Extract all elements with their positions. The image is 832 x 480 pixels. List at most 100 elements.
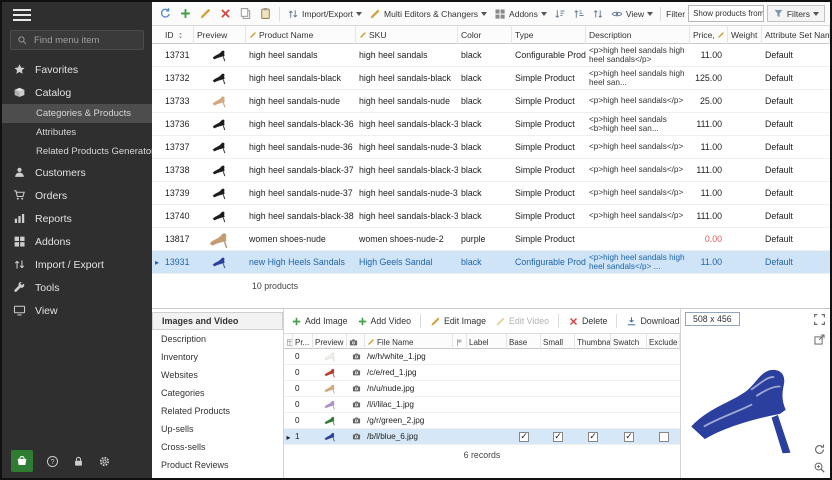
product-row-13736[interactable]: 13736high heel sandals-black-36high heel… — [152, 113, 830, 136]
column-header-small[interactable]: Small — [541, 334, 575, 350]
sort-ascending-button[interactable] — [552, 6, 568, 22]
filters-button[interactable]: Filters — [767, 5, 825, 22]
tab-description[interactable]: Description — [152, 330, 283, 348]
fullscreen-icon[interactable] — [813, 313, 826, 326]
column-header-color[interactable]: Color — [458, 26, 512, 44]
column-header-exclude[interactable]: Exclude — [647, 334, 680, 350]
product-row-13731[interactable]: 13731high heel sandalshigh heel sandalsb… — [152, 44, 830, 67]
edit-image-button[interactable]: Edit Image — [428, 314, 488, 329]
column-header-sku[interactable]: SKU — [356, 26, 458, 44]
sidebar-item-import-export[interactable]: Import / Export — [2, 253, 152, 276]
column-header-type[interactable]: Type — [512, 26, 586, 44]
image-row-w-h-white-1-jpg[interactable]: 0/w/h/white_1.jpg — [284, 349, 680, 365]
product-row-13931[interactable]: ▸13931new High Heels SandalsHigh Geels S… — [152, 251, 830, 274]
product-row-13739[interactable]: 13739high heel sandals-nude-37high heel … — [152, 182, 830, 205]
lock-icon[interactable] — [72, 455, 85, 468]
sidebar-item-related-products-generator[interactable]: Related Products Generator — [2, 142, 152, 161]
column-header-base[interactable]: Base — [507, 334, 541, 350]
column-header-thumbna[interactable]: Thumbna — [575, 334, 611, 350]
gear-icon[interactable] — [98, 455, 111, 468]
sidebar-search-input[interactable]: Find menu item — [10, 30, 144, 50]
paste-button[interactable] — [257, 5, 274, 22]
column-header-id[interactable]: ID — [162, 26, 194, 44]
import-export-menu[interactable]: Import/Export — [285, 6, 364, 22]
column-header-price[interactable]: Price, — [690, 26, 728, 44]
sidebar-item-reports[interactable]: Reports — [2, 207, 152, 230]
rotate-icon[interactable] — [813, 443, 826, 456]
image-size-field[interactable]: 508 x 456 — [685, 312, 740, 326]
product-row-13737[interactable]: 13737high heel sandals-nude-36high heel … — [152, 136, 830, 159]
column-header-table-icon[interactable] — [284, 334, 293, 350]
zoom-icon[interactable] — [813, 461, 826, 474]
edit-product-button[interactable] — [197, 5, 214, 22]
tab-inventory[interactable]: Inventory — [152, 348, 283, 366]
image-row-g-r-green-2-jpg[interactable]: 0/g/r/green_2.jpg — [284, 413, 680, 429]
column-header-flag-icon[interactable] — [453, 334, 467, 350]
sidebar-item-tools[interactable]: Tools — [2, 276, 152, 299]
product-row-13817[interactable]: 13817women shoes-nudewomen shoes-nude-2p… — [152, 228, 830, 251]
checkbox-thumbnail[interactable]: ✓ — [588, 432, 598, 442]
sidebar-item-orders[interactable]: Orders — [2, 184, 152, 207]
help-icon[interactable]: ? — [46, 455, 59, 468]
column-header-swatch[interactable]: Swatch — [611, 334, 647, 350]
sidebar-item-favorites[interactable]: Favorites — [2, 58, 152, 81]
copy-button[interactable] — [237, 5, 254, 22]
add-product-button[interactable] — [177, 5, 194, 22]
tab-images-and-video[interactable]: Images and Video — [152, 312, 283, 330]
image-row-n-u-nude-jpg[interactable]: 0/n/u/nude.jpg — [284, 381, 680, 397]
product-row-13740[interactable]: 13740high heel sandals-black-38high heel… — [152, 205, 830, 228]
checkbox-exclude[interactable] — [659, 432, 669, 442]
checkbox-swatch[interactable]: ✓ — [624, 432, 634, 442]
store-button[interactable] — [11, 450, 33, 472]
view-menu[interactable]: View — [609, 6, 655, 22]
add-image-button[interactable]: Add Image — [289, 314, 350, 329]
product-row-13732[interactable]: 13732high heel sandals-blackhigh heel sa… — [152, 67, 830, 90]
refresh-button[interactable] — [157, 5, 174, 22]
cell-exclude — [647, 397, 680, 412]
open-external-icon[interactable] — [813, 333, 826, 346]
tab-cross-sells[interactable]: Cross-sells — [152, 438, 283, 456]
sidebar-item-attributes[interactable]: Attributes — [2, 123, 152, 142]
add-video-button[interactable]: Add Video — [355, 314, 413, 329]
sort-descending-button[interactable] — [571, 6, 587, 22]
delete-product-button[interactable] — [217, 5, 234, 22]
product-row-13733[interactable]: 13733high heel sandals-nudehigh heel san… — [152, 90, 830, 113]
tab-related-products[interactable]: Related Products — [152, 402, 283, 420]
column-header-label[interactable]: Label — [467, 334, 507, 350]
cell-product-name: new High Heels Sandals — [246, 251, 356, 273]
image-row-l-i-lilac-1-jpg[interactable]: 0/l/i/lilac_1.jpg — [284, 397, 680, 413]
multi-editors-menu[interactable]: Multi Editors & Changers — [367, 6, 489, 22]
tab-categories[interactable]: Categories — [152, 384, 283, 402]
reorder-button[interactable] — [590, 6, 606, 22]
image-row-c-e-red-1-jpg[interactable]: 0/c/e/red_1.jpg — [284, 365, 680, 381]
column-header-preview[interactable]: Preview — [194, 26, 246, 44]
column-header-file-name[interactable]: File Name — [365, 334, 453, 350]
tab-websites[interactable]: Websites — [152, 366, 283, 384]
column-header-weight[interactable]: Weight — [728, 26, 762, 44]
category-filter-select[interactable]: Show products from selected categories — [688, 5, 764, 22]
column-header-description[interactable]: Description — [586, 26, 690, 44]
menu-toggle-icon[interactable] — [2, 2, 44, 28]
sidebar-item-customers[interactable]: Customers — [2, 161, 152, 184]
product-row-13738[interactable]: 13738high heel sandals-black-37high heel… — [152, 159, 830, 182]
grid-header: IDPreviewProduct NameSKUColorTypeDescrip… — [152, 26, 830, 44]
column-header-product-name[interactable]: Product Name — [246, 26, 356, 44]
image-row-b-l-blue-6-jpg[interactable]: ▸1/b/l/blue_6.jpg✓✓✓✓ — [284, 429, 680, 445]
sidebar-item-categories-products[interactable]: Categories & Products — [2, 104, 152, 123]
column-header-pr[interactable]: Pr... — [293, 334, 313, 350]
checkbox-base[interactable]: ✓ — [519, 432, 529, 442]
sidebar-item-view[interactable]: View — [2, 299, 152, 322]
tab-up-sells[interactable]: Up-sells — [152, 420, 283, 438]
column-header-preview[interactable]: Preview — [313, 334, 347, 350]
menu-label: View — [626, 9, 644, 19]
delete-button[interactable]: Delete — [566, 314, 609, 329]
addons-menu[interactable]: Addons — [492, 6, 549, 22]
images-grid: 0/w/h/white_1.jpg0/c/e/red_1.jpg0/n/u/nu… — [284, 349, 680, 445]
download-image-button[interactable]: Download Image — [624, 314, 680, 329]
column-header-attribute-set-name[interactable]: Attribute Set Name — [762, 26, 830, 44]
tab-product-reviews[interactable]: Product Reviews — [152, 456, 283, 474]
sidebar-item-addons[interactable]: Addons — [2, 230, 152, 253]
sidebar-item-catalog[interactable]: Catalog — [2, 81, 152, 104]
column-header-camera-icon[interactable] — [347, 334, 365, 350]
checkbox-small[interactable]: ✓ — [553, 432, 563, 442]
